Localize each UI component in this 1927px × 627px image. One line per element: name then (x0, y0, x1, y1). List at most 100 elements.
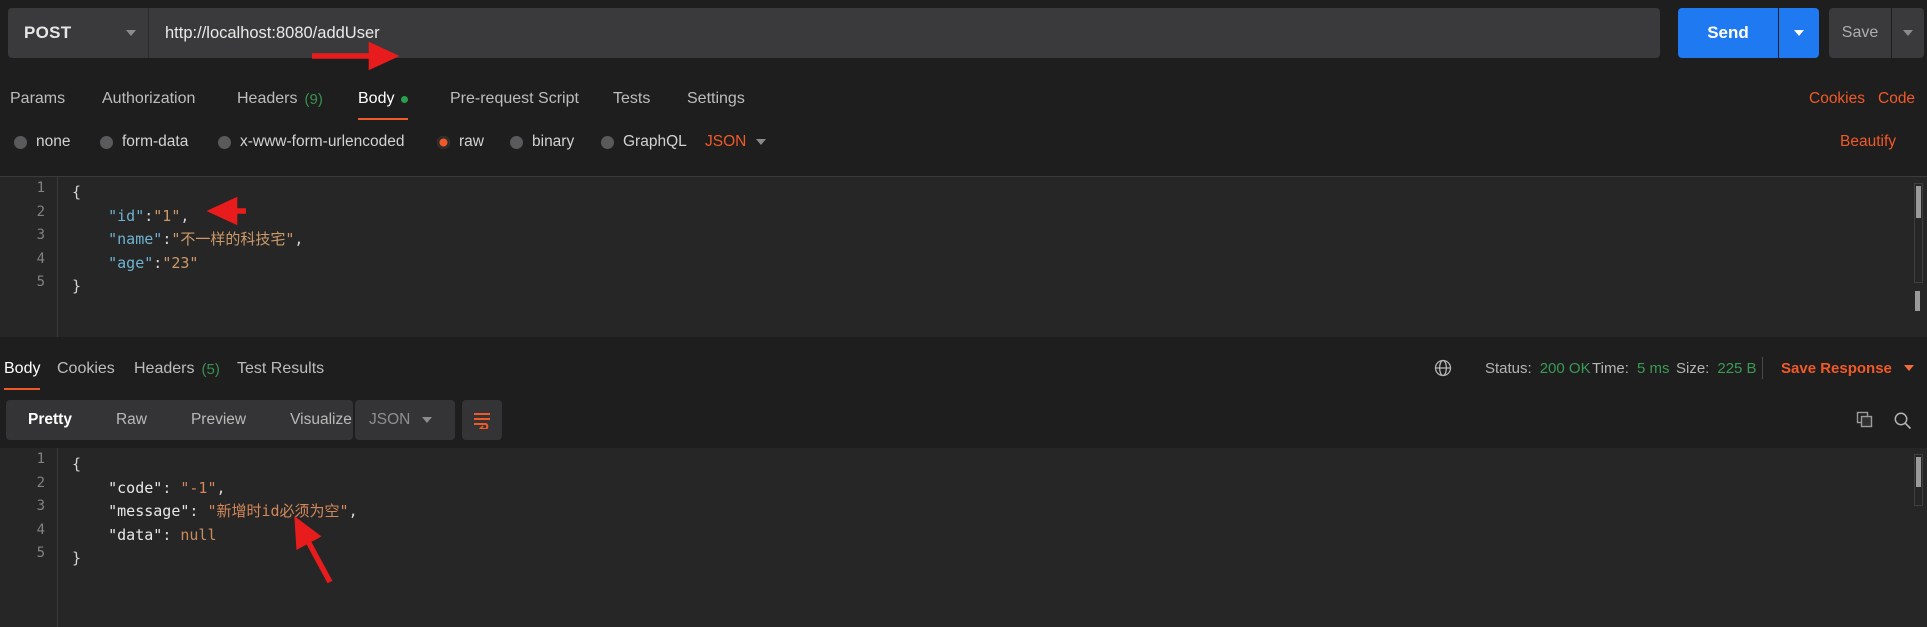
body-type-row: none form-data x-www-form-urlencoded raw… (0, 122, 1927, 162)
code-line: { (72, 181, 303, 205)
beautify-label: Beautify (1840, 133, 1897, 150)
save-options-button[interactable] (1892, 8, 1924, 58)
body-type-label: binary (532, 133, 575, 150)
body-type-urlencoded[interactable]: x-www-form-urlencoded (218, 122, 405, 162)
line-number: 2 (36, 474, 45, 491)
line-number: 4 (36, 250, 45, 267)
response-editor-scrollbar[interactable] (1914, 454, 1923, 506)
status-badge: Status: 200 OK (1485, 348, 1591, 388)
line-number: 2 (36, 203, 45, 220)
response-body-code[interactable]: { "code": "-1", "message": "新增时id必须为空", … (72, 453, 358, 571)
body-type-form-data[interactable]: form-data (100, 122, 188, 162)
json-key: "message" (108, 502, 190, 520)
response-format-label: JSON (369, 411, 411, 428)
tab-label: Pre-request Script (450, 90, 579, 107)
cookies-link[interactable]: Cookies (1809, 78, 1865, 120)
save-response-label: Save Response (1781, 359, 1892, 377)
code-line: } (72, 275, 303, 299)
raw-format-label: JSON (705, 133, 747, 150)
body-type-raw[interactable]: raw (437, 122, 484, 162)
save-button-label: Save (1841, 24, 1879, 41)
json-value: "1" (153, 206, 181, 225)
tab-tests[interactable]: Tests (613, 78, 650, 120)
view-preview[interactable]: Preview (169, 400, 268, 440)
status-value: 200 OK (1539, 359, 1591, 377)
code-link[interactable]: Code (1878, 78, 1915, 120)
scrollbar-thumb[interactable] (1915, 291, 1920, 311)
size-value: 225 B (1717, 359, 1757, 377)
response-body-editor[interactable]: 1 2 3 4 5 { "code": "-1", "message": "新增… (0, 448, 1927, 627)
request-editor-scrollbar[interactable] (1914, 183, 1923, 283)
code-line: "message": "新增时id必须为空", (72, 500, 358, 524)
tab-label: Authorization (102, 90, 196, 107)
tab-label: Tests (613, 90, 651, 107)
time-label: Time: (1592, 359, 1629, 377)
json-key: "id" (108, 206, 145, 225)
send-options-button[interactable] (1779, 8, 1819, 58)
body-type-label: none (36, 133, 71, 150)
tab-headers[interactable]: Headers (9) (237, 78, 323, 120)
tab-label: Body (358, 90, 395, 107)
request-body-code[interactable]: { "id":"1", "name":"不一样的科技宅", "age":"23"… (72, 181, 303, 299)
json-key: "data" (108, 525, 163, 544)
response-view-toggle: Pretty Raw Preview Visualize (6, 400, 353, 440)
tab-pre-request-script[interactable]: Pre-request Script (450, 78, 579, 120)
code-token: , (180, 206, 190, 225)
code-line: { (72, 453, 358, 477)
chevron-down-icon (422, 417, 433, 423)
copy-response-button[interactable] (1848, 400, 1882, 440)
tab-body[interactable]: Body (358, 78, 409, 120)
request-body-editor[interactable]: 1 2 3 4 5 { "id":"1", "name":"不一样的科技宅", … (0, 176, 1927, 337)
size-label: Size: (1676, 359, 1710, 377)
url-text: http://localhost:8080/addUser (165, 23, 380, 42)
scrollbar-thumb[interactable] (1916, 457, 1921, 487)
view-pretty[interactable]: Pretty (6, 400, 94, 440)
view-raw[interactable]: Raw (94, 400, 169, 440)
code-link-label: Code (1878, 90, 1916, 107)
http-method-select[interactable]: POST (8, 8, 148, 58)
send-button[interactable]: Send (1678, 8, 1778, 58)
json-key: "name" (108, 230, 163, 248)
json-value: "23" (162, 253, 199, 272)
cookies-link-label: Cookies (1809, 90, 1865, 107)
active-tab-underline (358, 117, 409, 120)
tab-settings[interactable]: Settings (687, 78, 745, 120)
tab-authorization[interactable]: Authorization (102, 78, 195, 120)
json-key: "code" (108, 478, 163, 497)
tab-label: Test Results (237, 360, 325, 377)
code-token: : (162, 525, 181, 544)
response-format-select[interactable]: JSON (355, 400, 455, 440)
response-tab-test-results[interactable]: Test Results (237, 348, 324, 390)
code-line: "code": "-1", (72, 477, 358, 501)
body-type-binary[interactable]: binary (510, 122, 574, 162)
request-editor-scrollbar-lower[interactable] (1914, 287, 1923, 331)
search-response-button[interactable] (1885, 400, 1919, 440)
json-key: "age" (108, 253, 154, 272)
code-token: : (189, 502, 208, 520)
json-value: null (180, 525, 217, 544)
tab-label: Body (4, 360, 41, 377)
send-button-label: Send (1707, 23, 1749, 42)
save-response-button[interactable]: Save Response (1781, 348, 1914, 388)
time-badge: Time: 5 ms (1592, 348, 1669, 388)
tab-label: Settings (687, 90, 745, 107)
body-type-graphql[interactable]: GraphQL (601, 122, 687, 162)
body-type-none[interactable]: none (14, 122, 70, 162)
network-globe[interactable] (1434, 348, 1452, 388)
response-tab-headers[interactable]: Headers (5) (134, 348, 220, 390)
response-tab-body[interactable]: Body (4, 348, 41, 390)
json-value: "新增时id必须为空" (207, 502, 349, 520)
meta-divider (1762, 348, 1763, 388)
word-wrap-button[interactable] (462, 400, 502, 440)
save-button[interactable]: Save (1829, 8, 1891, 58)
tab-params[interactable]: Params (10, 78, 65, 120)
word-wrap-icon (474, 413, 490, 429)
body-present-dot-icon (401, 95, 409, 103)
chevron-down-icon (1794, 30, 1804, 36)
raw-format-select[interactable]: JSON (705, 122, 767, 162)
time-value: 5 ms (1636, 359, 1670, 377)
beautify-link[interactable]: Beautify (1840, 122, 1896, 162)
scrollbar-thumb[interactable] (1916, 186, 1921, 218)
response-tab-cookies[interactable]: Cookies (57, 348, 115, 390)
url-input[interactable]: http://localhost:8080/addUser (148, 8, 1660, 58)
